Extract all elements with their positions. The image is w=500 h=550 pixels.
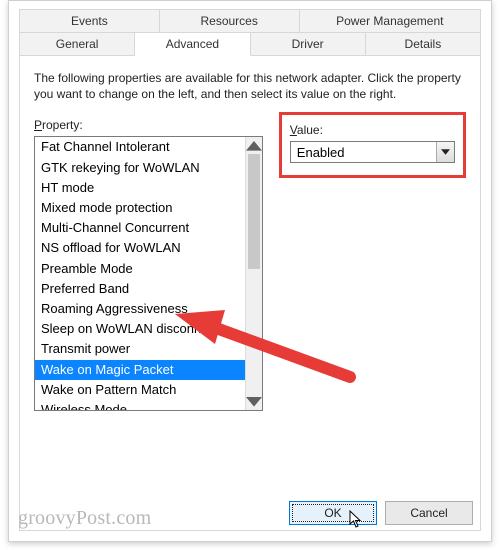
tab-driver[interactable]: Driver <box>251 32 366 56</box>
tab-details[interactable]: Details <box>366 32 481 56</box>
property-item[interactable]: Sleep on WoWLAN disconnect <box>35 319 245 339</box>
cancel-button[interactable]: Cancel <box>385 501 473 525</box>
property-item[interactable]: Preamble Mode <box>35 259 245 279</box>
dialog-button-bar: OK Cancel <box>289 501 473 525</box>
property-item[interactable]: Wake on Pattern Match <box>35 380 245 400</box>
property-item[interactable]: HT mode <box>35 178 245 198</box>
property-item[interactable]: Wireless Mode <box>35 400 245 410</box>
tab-strip: Events Resources Power Management Genera… <box>9 1 491 55</box>
tab-resources[interactable]: Resources <box>160 9 300 33</box>
property-listbox[interactable]: Fat Channel IntolerantGTK rekeying for W… <box>34 136 263 411</box>
tab-advanced[interactable]: Advanced <box>135 32 250 56</box>
value-dropdown[interactable]: Enabled <box>290 141 455 163</box>
scroll-thumb[interactable] <box>248 154 260 269</box>
property-item[interactable]: Transmit power <box>35 339 245 359</box>
tab-row-bottom: General Advanced Driver Details <box>19 32 481 56</box>
scroll-up-arrow[interactable] <box>246 137 262 154</box>
property-item[interactable]: Fat Channel Intolerant <box>35 137 245 157</box>
value-label: Value: <box>290 123 455 137</box>
device-properties-dialog: Events Resources Power Management Genera… <box>8 0 492 542</box>
property-item[interactable]: Multi-Channel Concurrent <box>35 218 245 238</box>
property-item[interactable]: NS offload for WoWLAN <box>35 238 245 258</box>
chevron-down-icon[interactable] <box>436 142 454 162</box>
instruction-text: The following properties are available f… <box>34 70 466 102</box>
property-item[interactable]: Roaming Aggressiveness <box>35 299 245 319</box>
tab-events[interactable]: Events <box>19 9 160 33</box>
property-label: Property: <box>34 118 263 132</box>
value-selected-text: Enabled <box>291 142 436 162</box>
property-item[interactable]: GTK rekeying for WoWLAN <box>35 158 245 178</box>
property-list-items: Fat Channel IntolerantGTK rekeying for W… <box>35 137 245 410</box>
tab-row-top: Events Resources Power Management <box>19 9 481 33</box>
scroll-track[interactable] <box>246 154 262 393</box>
property-item[interactable]: Wake on Magic Packet <box>35 360 245 380</box>
vertical-scrollbar[interactable] <box>245 137 262 410</box>
tab-power-management[interactable]: Power Management <box>300 9 481 33</box>
value-highlight-annotation: Value: Enabled <box>279 112 466 178</box>
advanced-tab-panel: The following properties are available f… <box>19 55 481 531</box>
tab-general[interactable]: General <box>19 32 135 56</box>
ok-button[interactable]: OK <box>289 501 377 525</box>
property-item[interactable]: Mixed mode protection <box>35 198 245 218</box>
scroll-down-arrow[interactable] <box>246 393 262 410</box>
property-item[interactable]: Preferred Band <box>35 279 245 299</box>
